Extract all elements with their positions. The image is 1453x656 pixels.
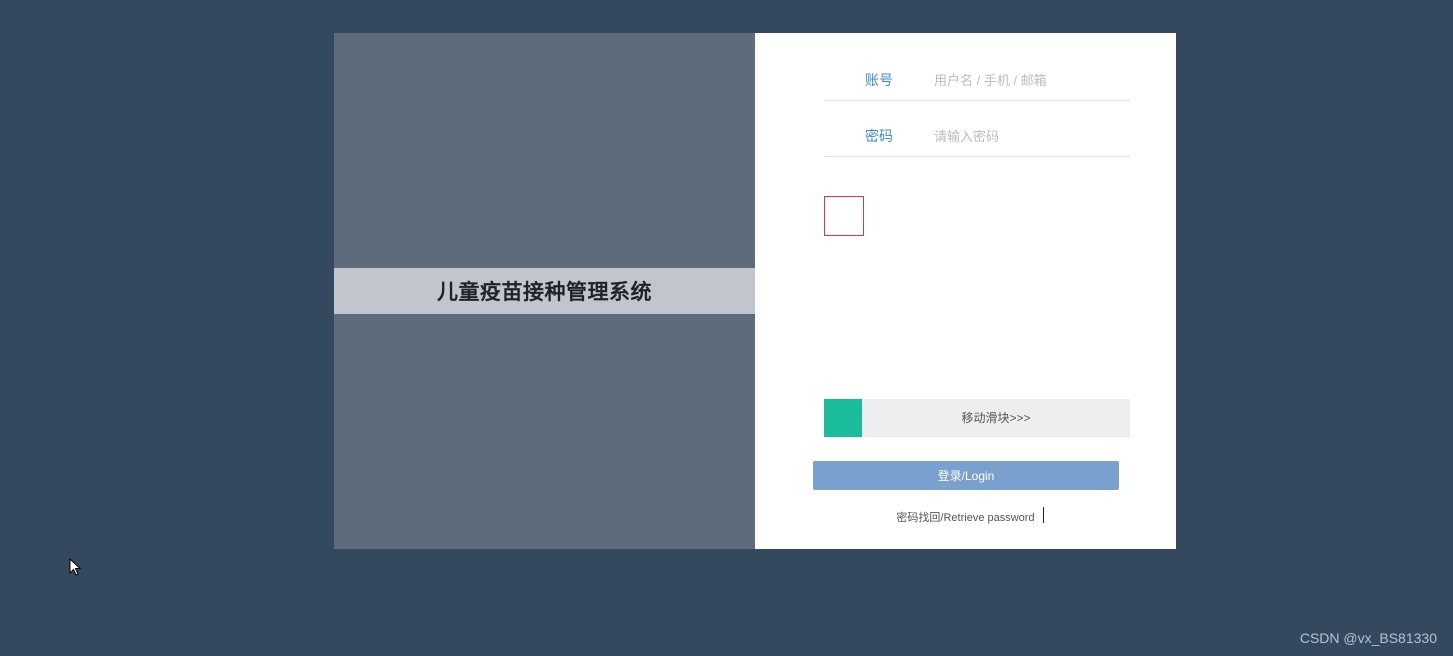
system-title: 儿童疫苗接种管理系统: [437, 281, 652, 304]
slider-handle[interactable]: [824, 399, 862, 437]
login-page: 儿童疫苗接种管理系统 账号 密码 移动滑块>>> 登录/Login 密码找回/R…: [0, 0, 1453, 656]
watermark: CSDN @vx_BS81330: [1299, 630, 1437, 646]
mouse-pointer-icon: [69, 558, 81, 576]
account-input[interactable]: [934, 72, 1130, 88]
captcha-box[interactable]: [824, 196, 864, 236]
slider-verify-track[interactable]: 移动滑块>>>: [824, 399, 1130, 437]
login-button[interactable]: 登录/Login: [813, 461, 1119, 490]
login-card: 儿童疫苗接种管理系统 账号 密码 移动滑块>>> 登录/Login 密码找回/R…: [334, 33, 1176, 549]
password-field-row: 密码: [824, 116, 1130, 157]
account-field-row: 账号: [824, 60, 1130, 101]
password-input[interactable]: [934, 128, 1130, 144]
title-band: 儿童疫苗接种管理系统: [334, 268, 755, 314]
login-form-panel: 账号 密码 移动滑块>>> 登录/Login 密码找回/Retrieve pas…: [755, 33, 1176, 549]
left-panel: 儿童疫苗接种管理系统: [334, 33, 755, 549]
slider-hint-text: 移动滑块>>>: [961, 411, 1031, 425]
retrieve-password-link[interactable]: 密码找回/Retrieve password: [755, 509, 1176, 525]
account-label: 账号: [865, 72, 893, 88]
text-caret: [1043, 507, 1044, 523]
password-label: 密码: [865, 128, 893, 144]
